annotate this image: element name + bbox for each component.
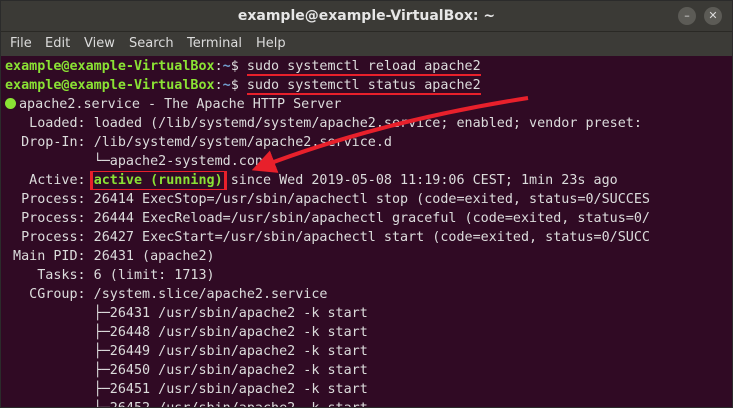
command-line-reload: example@example-VirtualBox:~$ sudo syste… [5, 57, 728, 76]
prompt-path: ~ [222, 78, 231, 93]
loaded-label: Loaded: [5, 116, 94, 131]
prompt-user: example@example-VirtualBox [5, 59, 215, 74]
process-tree-item: ├─26448 /usr/sbin/apache2 -k start [5, 325, 368, 340]
dropin-line: Drop-In: /lib/systemd/system/apache2.ser… [5, 133, 728, 152]
menu-search[interactable]: Search [129, 32, 174, 56]
active-line: Active: active (running) since Wed 2019-… [5, 171, 728, 190]
prompt-symbol: $ [230, 59, 247, 74]
menu-file[interactable]: File [10, 32, 32, 56]
process-tree-item: └─26452 /usr/sbin/apache2 -k start [5, 399, 728, 407]
status-command: sudo systemctl status apache2 [246, 78, 481, 95]
prompt-separator: : [214, 59, 223, 74]
command-line-status: example@example-VirtualBox:~$ sudo syste… [5, 76, 728, 95]
cgroup-line: CGroup: /system.slice/apache2.service [5, 287, 328, 302]
active-label: Active: [5, 173, 94, 188]
dropin-label: Drop-In: [5, 135, 94, 150]
prompt-separator: : [214, 78, 223, 93]
menu-bar: File Edit View Search Terminal Help [1, 32, 732, 56]
process-line-reload: Process: 26444 ExecReload=/usr/sbin/apac… [5, 211, 650, 226]
menu-terminal[interactable]: Terminal [187, 32, 242, 56]
prompt-symbol: $ [230, 78, 247, 93]
process-tree-item: ├─26451 /usr/sbin/apache2 -k start [5, 382, 368, 397]
active-since: since Wed 2019-05-08 11:19:06 CEST; 1min… [222, 173, 618, 188]
prompt-user: example@example-VirtualBox [5, 78, 215, 93]
title-bar[interactable]: example@example-VirtualBox: ~ – ✕ [1, 1, 732, 32]
terminal-window: example@example-VirtualBox: ~ – ✕ File E… [0, 0, 733, 408]
dropin-sub-line: └─apache2-systemd.conf [5, 154, 272, 169]
menu-help[interactable]: Help [256, 32, 286, 56]
reload-command: sudo systemctl reload apache2 [246, 59, 481, 76]
window-title: example@example-VirtualBox: ~ [237, 8, 496, 24]
menu-edit[interactable]: Edit [45, 32, 70, 56]
loaded-line: Loaded: loaded (/lib/systemd/system/apac… [5, 114, 728, 133]
terminal-output[interactable]: example@example-VirtualBox:~$ sudo syste… [1, 57, 732, 407]
prompt-path: ~ [222, 59, 231, 74]
process-line-start: Process: 26427 ExecStart=/usr/sbin/apach… [5, 230, 650, 245]
process-tree-item: ├─26450 /usr/sbin/apache2 -k start [5, 363, 368, 378]
status-dot-icon [5, 98, 16, 109]
process-tree-item: ├─26431 /usr/sbin/apache2 -k start [5, 306, 368, 321]
close-button[interactable]: ✕ [704, 7, 722, 25]
menu-view[interactable]: View [84, 32, 115, 56]
tasks-line: Tasks: 6 (limit: 1713) [5, 268, 215, 283]
dropin-value: /lib/systemd/system/apache2.service.d [93, 135, 392, 150]
active-state: active (running) [89, 171, 227, 190]
main-pid-line: Main PID: 26431 (apache2) [5, 249, 215, 264]
loaded-value: loaded (/lib/systemd/system/apache2.serv… [93, 116, 642, 131]
process-line-stop: Process: 26414 ExecStop=/usr/sbin/apache… [5, 192, 650, 207]
process-tree-item: ├─26449 /usr/sbin/apache2 -k start [5, 344, 368, 359]
service-description: apache2.service - The Apache HTTP Server [19, 97, 342, 112]
service-line: apache2.service - The Apache HTTP Server [5, 95, 728, 114]
minimize-button[interactable]: – [678, 7, 696, 25]
